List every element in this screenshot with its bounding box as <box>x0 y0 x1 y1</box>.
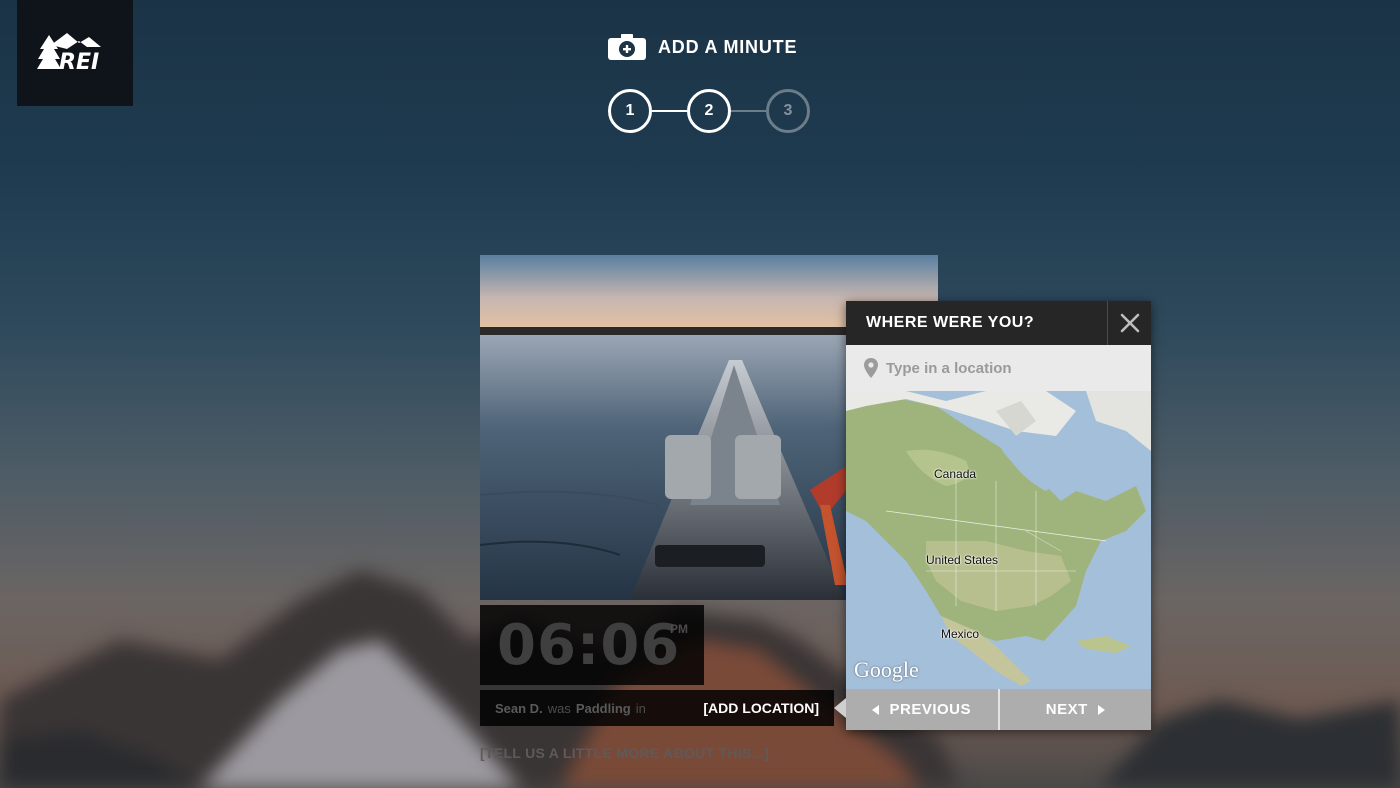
svg-text:REI: REI <box>59 50 99 73</box>
chevron-left-icon <box>872 704 880 715</box>
panel-title: WHERE WERE YOU? <box>866 314 1035 331</box>
next-label: NEXT <box>1045 701 1088 718</box>
rei-logo[interactable]: REI <box>17 0 133 106</box>
step-1[interactable]: 1 <box>608 89 652 133</box>
add-a-minute-header[interactable]: ADD A MINUTE <box>608 34 797 60</box>
chevron-right-icon <box>1097 704 1105 715</box>
map-pin-icon <box>864 358 878 378</box>
tell-more-link[interactable]: [TELL US A LITTLE MORE ABOUT THIS...] <box>480 745 769 761</box>
step-2-label: 2 <box>704 102 714 119</box>
user-name[interactable]: Sean D. <box>495 701 543 716</box>
caption-preposition: in <box>635 700 646 716</box>
step-1-label: 1 <box>625 102 635 119</box>
previous-button[interactable]: PREVIOUS <box>846 689 1000 730</box>
panel-header: WHERE WERE YOU? <box>846 301 1151 345</box>
step-3-label: 3 <box>783 102 793 119</box>
add-location-button[interactable]: [ADD LOCATION] <box>703 700 819 716</box>
location-search <box>846 345 1151 391</box>
google-logo: Google <box>854 657 919 682</box>
step-2[interactable]: 2 <box>687 89 731 133</box>
step-connector <box>731 110 766 112</box>
panel-pointer <box>834 698 846 718</box>
location-input[interactable] <box>886 359 1136 377</box>
time-display: 06:06 PM <box>480 605 704 685</box>
step-3[interactable]: 3 <box>766 89 810 133</box>
close-button[interactable] <box>1107 301 1151 345</box>
camera-plus-icon <box>608 34 646 60</box>
map-label-mexico: Mexico <box>941 627 980 641</box>
caption-bar: Sean D. was Paddling in [ADD LOCATION] <box>480 690 834 726</box>
panel-navigation: PREVIOUS NEXT <box>846 689 1151 730</box>
activity-label[interactable]: Paddling <box>576 701 631 716</box>
map-tiles <box>846 391 1151 686</box>
time-value: 06:06 <box>497 613 681 678</box>
map-label-united-states: United States <box>926 553 999 567</box>
location-panel: WHERE WERE YOU? Type in a location Canad… <box>834 301 1151 730</box>
page-title: ADD A MINUTE <box>658 36 798 57</box>
step-connector <box>652 110 687 112</box>
location-map[interactable]: Canada United States Mexico Google <box>846 391 1151 689</box>
step-indicator: 1 2 3 <box>608 89 810 133</box>
previous-label: PREVIOUS <box>889 701 972 718</box>
time-ampm: PM <box>670 622 688 636</box>
caption-connector: was <box>547 700 571 716</box>
next-button[interactable]: NEXT <box>999 689 1151 730</box>
map-label-canada: Canada <box>934 467 977 481</box>
rei-logo-icon: REI <box>37 33 101 73</box>
close-icon <box>1120 313 1139 333</box>
